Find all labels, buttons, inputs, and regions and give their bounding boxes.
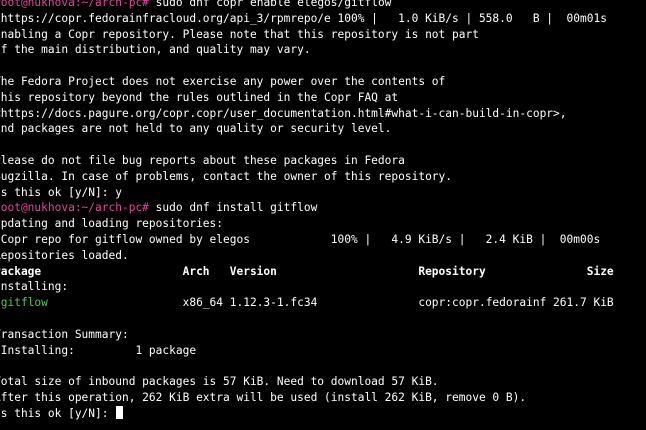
- terminal-line: Total size of inbound packages is 57 KiB…: [0, 375, 439, 389]
- terminal-line: Updating and loading repositories:: [0, 217, 224, 231]
- terminal-line: Transaction Summary:: [0, 327, 129, 341]
- confirm-prompt: Is this ok [y/N]:: [0, 406, 116, 420]
- package-table-header: Package Arch Version Repository Size: [0, 264, 614, 278]
- terminal-line: Installing: 1 package: [0, 343, 197, 357]
- package-name: gitflow: [0, 296, 48, 310]
- terminal-line-confirm-answer: Is this ok [y/N]: y: [0, 185, 122, 199]
- shell-prompt: root@nukhova:~/arch-pc#: [0, 0, 149, 9]
- terminal-input-line[interactable]: Is this ok [y/N]:: [0, 405, 646, 422]
- terminal-output: root@nukhova:~/arch-pc# sudo dnf copr en…: [0, 0, 646, 422]
- terminal-line: of the main distribution, and quality ma…: [0, 43, 311, 57]
- shell-command: sudo dnf install gitflow: [155, 201, 318, 215]
- shell-command: sudo dnf copr enable elegos/gitflow: [155, 0, 392, 9]
- terminal-line: this repository beyond the rules outline…: [0, 90, 399, 104]
- terminal-line-section: Installing:: [0, 280, 69, 294]
- package-details: x86_64 1.12.3-1.fc34 copr:copr.fedorainf…: [47, 296, 614, 310]
- terminal-line-repo-progress: Copr repo for gitflow owned by elegos 10…: [0, 232, 601, 246]
- terminal-line-prompt: root@nukhova:~/arch-pc# sudo dnf install…: [0, 200, 646, 216]
- terminal-line: Please do not file bug reports about the…: [0, 153, 405, 167]
- terminal-line: The Fedora Project does not exercise any…: [0, 74, 446, 88]
- terminal-line: Repositories loaded.: [0, 248, 129, 262]
- terminal-line: After this operation, 262 KiB extra will…: [0, 390, 527, 404]
- terminal-line-url: <https://docs.pagure.org/copr.copr/user_…: [0, 106, 567, 120]
- terminal-line: Enabling a Copr repository. Please note …: [0, 27, 479, 41]
- terminal-line-download-progress: https://copr.fedorainfracloud.org/api_3/…: [0, 11, 607, 25]
- terminal-line-prompt: root@nukhova:~/arch-pc# sudo dnf copr en…: [0, 0, 646, 11]
- terminal-line: and packages are not held to any quality…: [0, 122, 392, 136]
- shell-prompt: root@nukhova:~/arch-pc#: [0, 201, 149, 215]
- terminal-window[interactable]: root@nukhova:~/arch-pc# sudo dnf copr en…: [0, 0, 646, 430]
- text-cursor: [116, 405, 124, 419]
- terminal-line: Bugzilla. In case of problems, contact t…: [0, 169, 453, 183]
- package-table-row: gitflow x86_64 1.12.3-1.fc34 copr:copr.f…: [0, 295, 646, 311]
